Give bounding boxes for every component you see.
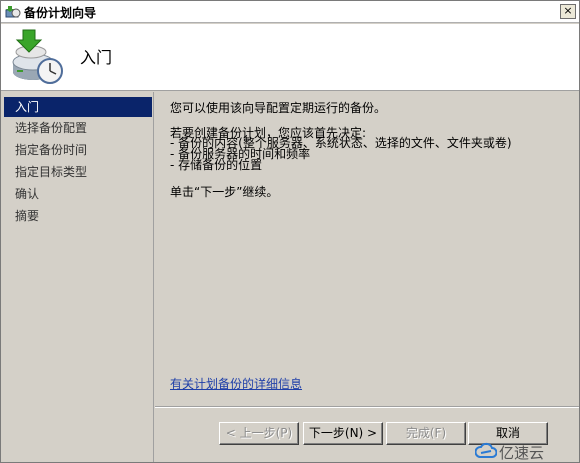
nav-step-getting-started[interactable]: 入门 [4, 97, 152, 117]
wizard-header: 入门 [1, 24, 579, 91]
watermark: 亿速云 [471, 439, 579, 463]
cloud-logo-icon [475, 442, 497, 458]
finish-button[interactable]: 完成(F) [386, 422, 466, 445]
bullet-item: - 存储备份的位置 [170, 158, 263, 172]
next-button[interactable]: 下一步(N) > [303, 422, 383, 445]
backup-app-icon [5, 6, 21, 18]
wizard-content: 您可以使用该向导配置定期运行的备份。 若要创建备份计划，您应该首先决定: - 备… [155, 92, 579, 406]
wizard-window: 备份计划向导 × 入门 入门 选择备份配置 指定备份时间 指定目标类型 确认 摘… [0, 0, 580, 463]
page-title: 入门 [80, 48, 113, 67]
backup-wizard-icon [12, 29, 63, 84]
scheduled-backup-help-link[interactable]: 有关计划备份的详细信息 [170, 375, 302, 392]
intro-text: 您可以使用该向导配置定期运行的备份。 [170, 101, 387, 115]
nav-step-confirm[interactable]: 确认 [4, 184, 152, 204]
nav-step-target-type[interactable]: 指定目标类型 [4, 162, 152, 182]
window-title: 备份计划向导 [24, 6, 97, 20]
footer-divider [155, 406, 579, 408]
watermark-text: 亿速云 [499, 444, 545, 462]
back-button[interactable]: < 上一步(P) [219, 422, 299, 445]
nav-step-specify-time[interactable]: 指定备份时间 [4, 140, 152, 160]
close-button[interactable]: × [560, 4, 576, 19]
next-hint-text: 单击“下一步”继续。 [170, 185, 279, 199]
nav-step-summary[interactable]: 摘要 [4, 206, 152, 226]
wizard-steps-nav: 入门 选择备份配置 指定备份时间 指定目标类型 确认 摘要 [1, 92, 154, 462]
nav-step-select-config[interactable]: 选择备份配置 [4, 118, 152, 138]
title-bar[interactable]: 备份计划向导 × [1, 1, 579, 23]
